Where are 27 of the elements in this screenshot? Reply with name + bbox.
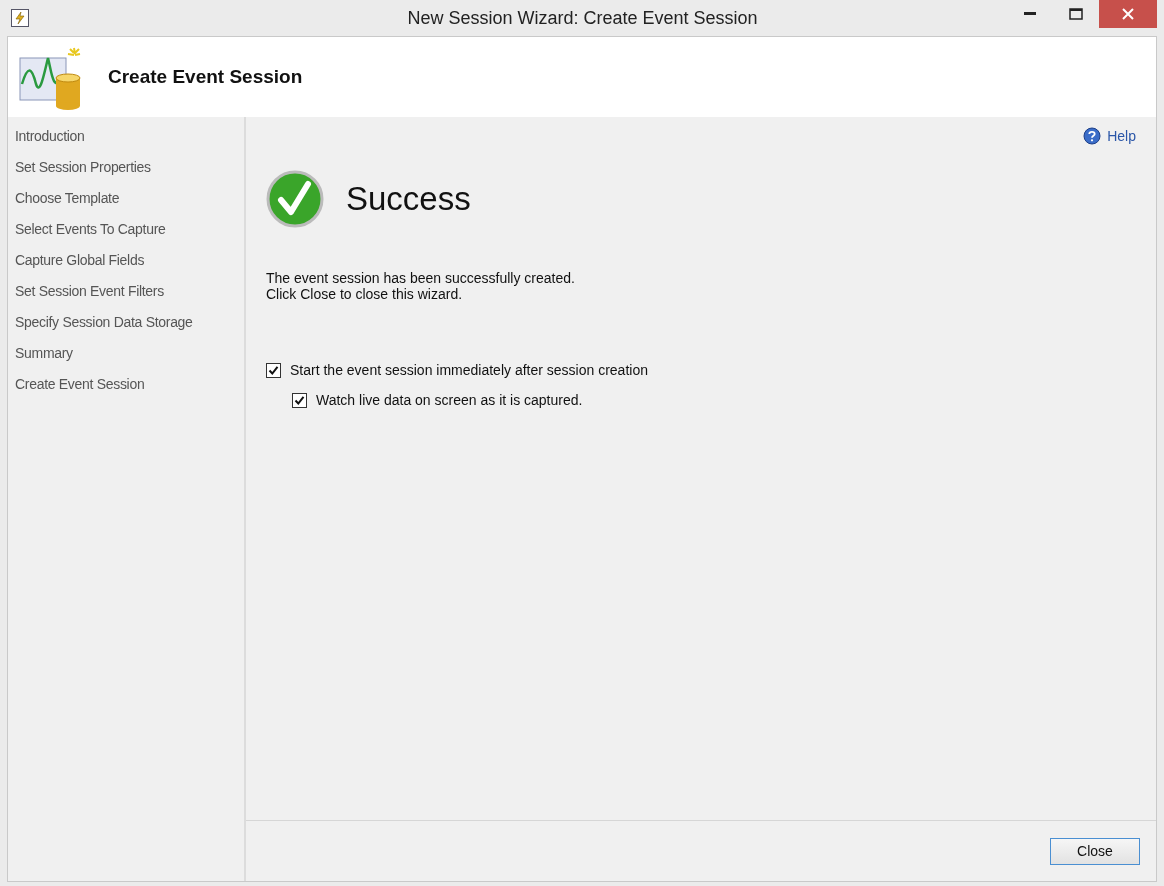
close-wizard-button[interactable]: Close xyxy=(1050,837,1140,865)
wizard-step[interactable]: Set Session Event Filters xyxy=(8,280,244,311)
wizard-step[interactable]: Select Events To Capture xyxy=(8,218,244,249)
wizard-step[interactable]: Set Session Properties xyxy=(8,156,244,187)
window-title: New Session Wizard: Create Event Session xyxy=(407,7,758,29)
wizard-step[interactable]: Create Event Session xyxy=(8,373,244,404)
checkbox-label: Start the event session immediately after session creation xyxy=(290,362,648,378)
wizard-step[interactable]: Introduction xyxy=(8,125,244,156)
page-title: Create Event Session xyxy=(108,66,303,88)
maximize-icon xyxy=(1069,8,1083,20)
message-text: Click Close to close this wizard. xyxy=(266,286,464,302)
wizard-step[interactable]: Choose Template xyxy=(8,187,244,218)
close-button[interactable] xyxy=(1099,0,1157,28)
app-icon xyxy=(10,8,30,28)
checkmark-icon xyxy=(266,170,324,228)
minimize-icon xyxy=(1024,12,1036,16)
success-heading: Success xyxy=(346,180,471,218)
message-text: The event session has been successfully created. xyxy=(266,270,576,286)
checkbox[interactable] xyxy=(266,362,281,378)
close-icon xyxy=(1122,8,1134,20)
wizard-step[interactable]: Capture Global Fields xyxy=(8,249,244,280)
help-link[interactable]: Help xyxy=(1083,127,1136,145)
checkbox[interactable] xyxy=(292,392,307,408)
wizard-step[interactable]: Summary xyxy=(8,342,244,373)
wizard-step[interactable]: Specify Session Data Storage xyxy=(8,311,244,342)
help-icon xyxy=(1083,127,1102,145)
checkbox-label: Watch live data on screen as it is captured. xyxy=(316,392,583,408)
